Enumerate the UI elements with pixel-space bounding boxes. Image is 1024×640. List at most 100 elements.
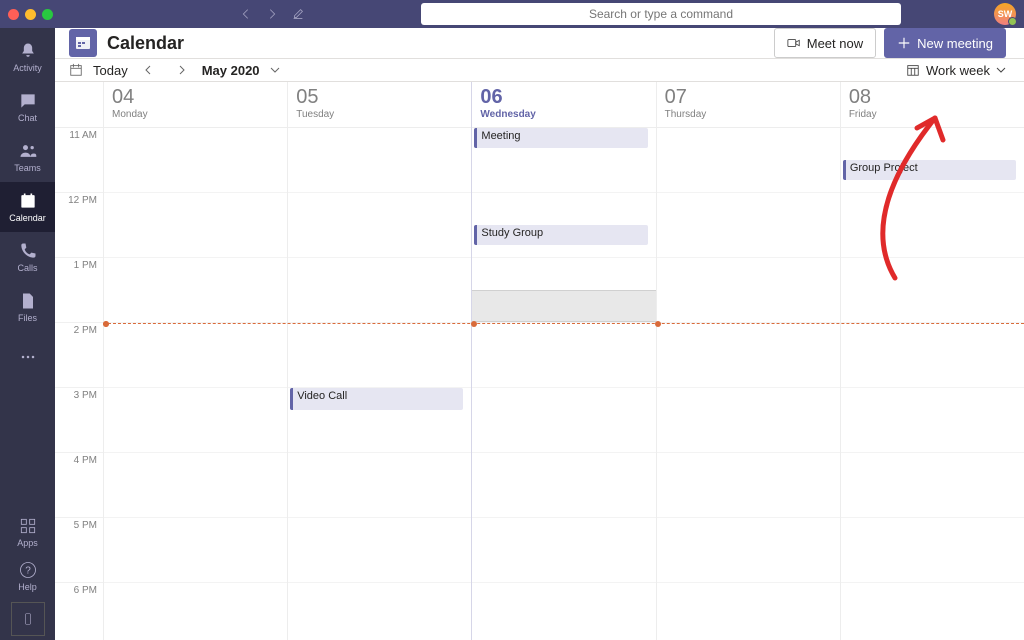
calendar-cell[interactable] <box>104 453 287 518</box>
day-column[interactable]: 06WednesdayMeetingStudy Group <box>471 82 655 640</box>
calendar-cell[interactable] <box>104 323 287 388</box>
rail-calls[interactable]: Calls <box>0 232 55 282</box>
prev-week-button[interactable] <box>138 59 160 81</box>
day-name: Wednesday <box>480 109 647 120</box>
back-icon[interactable] <box>239 7 253 21</box>
view-mode-selector[interactable]: Work week <box>906 63 1006 78</box>
current-time-indicator <box>103 323 1024 324</box>
compose-icon[interactable] <box>291 7 305 21</box>
calendar-cell[interactable] <box>657 583 840 640</box>
rail-apps[interactable]: Apps <box>0 510 55 554</box>
calendar-cell[interactable] <box>657 453 840 518</box>
calendar-cell[interactable] <box>104 128 287 193</box>
calendar-event[interactable]: Video Call <box>290 388 463 410</box>
calendar-cell[interactable] <box>657 258 840 323</box>
day-column[interactable]: 07Thursday <box>656 82 840 640</box>
month-label[interactable]: May 2020 <box>202 63 260 78</box>
calendar-cell[interactable] <box>288 323 471 388</box>
day-column[interactable]: 08FridayGroup Project <box>840 82 1024 640</box>
selected-time-slot[interactable] <box>472 290 655 322</box>
calendar-cell[interactable] <box>657 193 840 258</box>
calendar-event[interactable]: Study Group <box>474 225 647 245</box>
calendar-event[interactable]: Group Project <box>843 160 1016 180</box>
calendar-cell[interactable] <box>288 258 471 323</box>
time-label: 1 PM <box>55 258 103 323</box>
rail-activity[interactable]: Activity <box>0 32 55 82</box>
calendar-cell[interactable] <box>472 453 655 518</box>
calendar-cell[interactable] <box>841 258 1024 323</box>
list-icon <box>906 63 920 77</box>
calendar-cell[interactable] <box>472 323 655 388</box>
calendar-cell[interactable] <box>657 323 840 388</box>
calendar-cell[interactable] <box>657 388 840 453</box>
calendar-cell[interactable] <box>472 388 655 453</box>
calendar-cell[interactable] <box>841 323 1024 388</box>
app-rail: Activity Chat Teams Calendar Calls Files <box>0 28 55 640</box>
rail-mobile[interactable] <box>11 602 45 636</box>
forward-icon[interactable] <box>265 7 279 21</box>
rail-files[interactable]: Files <box>0 282 55 332</box>
calendar-cell[interactable] <box>288 128 471 193</box>
avatar[interactable]: SW <box>994 3 1016 25</box>
rail-calendar[interactable]: Calendar <box>0 182 55 232</box>
next-week-button[interactable] <box>170 59 192 81</box>
calendar-cell[interactable] <box>104 388 287 453</box>
search-input[interactable]: Search or type a command <box>421 3 901 25</box>
main-area: Calendar Meet now New meeting Today May … <box>55 28 1024 640</box>
calendar-cell[interactable] <box>657 518 840 583</box>
calendar-cell[interactable] <box>841 388 1024 453</box>
apps-icon <box>18 516 38 536</box>
day-name: Monday <box>112 109 279 120</box>
rail-label: Help <box>18 582 37 592</box>
file-icon <box>18 291 38 311</box>
rail-more[interactable] <box>0 332 55 382</box>
day-number: 05 <box>296 86 463 109</box>
day-number: 07 <box>665 86 832 109</box>
close-traffic-light[interactable] <box>8 9 19 20</box>
day-name: Thursday <box>665 109 832 120</box>
calendar-cell[interactable] <box>841 518 1024 583</box>
minimize-traffic-light[interactable] <box>25 9 36 20</box>
calendar-cell[interactable] <box>104 583 287 640</box>
calendar-cell[interactable] <box>104 258 287 323</box>
calendar-cell[interactable] <box>841 583 1024 640</box>
calendar-cell[interactable] <box>288 453 471 518</box>
calendar-cell[interactable] <box>472 583 655 640</box>
day-name: Friday <box>849 109 1016 120</box>
new-meeting-button[interactable]: New meeting <box>884 28 1006 58</box>
rail-chat[interactable]: Chat <box>0 82 55 132</box>
calendar-cell[interactable] <box>288 518 471 583</box>
day-column[interactable]: 04Monday <box>103 82 287 640</box>
plus-icon <box>897 36 911 50</box>
page-header: Calendar Meet now New meeting <box>55 28 1024 59</box>
calendar-cell[interactable] <box>657 128 840 193</box>
time-label: 4 PM <box>55 453 103 518</box>
calendar-event[interactable]: Meeting <box>474 128 647 148</box>
rail-label: Calls <box>17 263 37 273</box>
calendar-cell[interactable] <box>104 193 287 258</box>
day-name: Tuesday <box>296 109 463 120</box>
rail-label: Files <box>18 313 37 323</box>
calendar-cell[interactable] <box>288 583 471 640</box>
meet-now-button[interactable]: Meet now <box>774 28 876 58</box>
calendar-toolbar: Today May 2020 Work week <box>55 59 1024 82</box>
calendar-grid[interactable]: 11 AM12 PM1 PM2 PM3 PM4 PM5 PM6 PM 04Mon… <box>55 82 1024 640</box>
page-title: Calendar <box>107 33 184 54</box>
calendar-cell[interactable] <box>841 453 1024 518</box>
rail-label: Activity <box>13 63 42 73</box>
today-button[interactable]: Today <box>93 63 128 78</box>
calendar-cell[interactable] <box>472 518 655 583</box>
maximize-traffic-light[interactable] <box>42 9 53 20</box>
more-icon <box>18 347 38 367</box>
rail-help[interactable]: ? Help <box>0 554 55 598</box>
calendar-cell[interactable] <box>288 193 471 258</box>
chat-icon <box>18 91 38 111</box>
calendar-cell[interactable] <box>841 193 1024 258</box>
rail-teams[interactable]: Teams <box>0 132 55 182</box>
day-column[interactable]: 05Tuesday Video Call <box>287 82 471 640</box>
day-number: 04 <box>112 86 279 109</box>
view-mode-label: Work week <box>926 63 990 78</box>
today-icon <box>69 63 83 77</box>
calendar-cell[interactable] <box>104 518 287 583</box>
rail-label: Apps <box>17 538 38 548</box>
